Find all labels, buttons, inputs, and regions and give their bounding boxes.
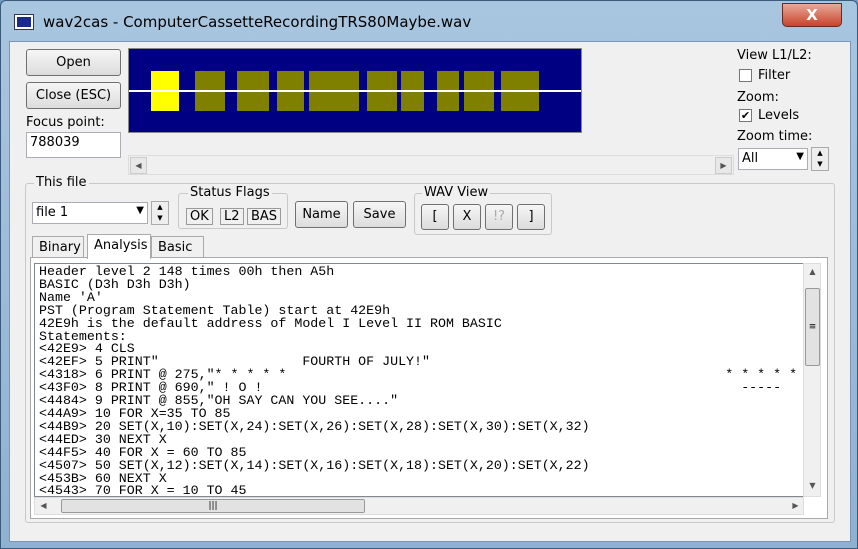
chevron-down-icon: ▼ — [136, 205, 144, 216]
name-button[interactable]: Name — [295, 201, 348, 228]
zoom-label: Zoom: — [737, 90, 779, 105]
chevron-down-icon: ▼ — [796, 151, 804, 162]
waveform-scrollbar[interactable]: ◀ ▶ — [128, 155, 734, 175]
analysis-horizontal-scrollbar[interactable]: ◀ ||| ▶ — [34, 497, 804, 515]
app-window: wav2cas - ComputerCassetteRecordingTRS80… — [0, 0, 858, 549]
tab-binary[interactable]: Binary — [32, 236, 84, 258]
focus-point-input[interactable]: 788039 — [26, 132, 121, 158]
window-title: wav2cas - ComputerCassetteRecordingTRS80… — [43, 13, 472, 31]
levels-label: Levels — [758, 108, 800, 123]
wav-start-button[interactable]: [ — [421, 204, 449, 230]
wav-clear-button[interactable]: X — [453, 204, 481, 230]
this-file-label: This file — [34, 175, 89, 190]
analysis-text[interactable]: Header level 2 148 times 00h then A5h BAS… — [34, 263, 804, 497]
save-button[interactable]: Save — [353, 201, 406, 228]
open-button[interactable]: Open — [26, 49, 121, 76]
scroll-up-icon[interactable]: ▲ — [804, 264, 821, 281]
levels-checkbox[interactable]: ✔ — [739, 109, 752, 122]
view-l1l2-label: View L1/L2: — [737, 48, 812, 63]
zoom-time-label: Zoom time: — [737, 129, 813, 144]
wav-check-button[interactable]: !? — [485, 204, 513, 230]
app-icon — [14, 14, 34, 30]
waveform-svg — [129, 71, 581, 111]
file-spinner[interactable]: ▲ ▼ — [151, 201, 169, 225]
status-flags-label: Status Flags — [188, 185, 272, 200]
client-area: Open Close (ESC) Focus point: 788039 ◀ ▶… — [9, 41, 851, 542]
flag-l2: L2 — [220, 208, 244, 225]
wav-view-label: WAV View — [422, 185, 491, 200]
file-select[interactable]: file 1 ▼ — [32, 202, 148, 224]
analysis-vertical-scrollbar[interactable]: ▲ ≡ ▼ — [803, 263, 821, 497]
flag-bas: BAS — [247, 208, 282, 225]
tab-analysis[interactable]: Analysis — [87, 234, 151, 259]
close-window-button[interactable]: X — [782, 3, 842, 27]
scroll-right-icon[interactable]: ▶ — [787, 498, 804, 515]
filter-checkbox[interactable] — [739, 69, 752, 82]
zoom-time-value: All — [742, 151, 759, 166]
wav-end-button[interactable]: ] — [517, 204, 545, 230]
filter-label: Filter — [758, 68, 791, 83]
scroll-left-icon[interactable]: ◀ — [130, 157, 147, 174]
analysis-line: BASIC (D3h D3h D3h) — [39, 276, 191, 292]
zoom-time-spinner[interactable]: ▲ ▼ — [811, 147, 829, 171]
zoom-time-select[interactable]: All ▼ — [738, 148, 808, 170]
waveform-view[interactable] — [128, 48, 582, 133]
vertical-scroll-thumb[interactable]: ≡ — [805, 288, 820, 366]
analysis-line: Statements: — [39, 328, 127, 344]
tab-basic[interactable]: Basic — [151, 236, 204, 258]
scroll-left-icon[interactable]: ◀ — [35, 498, 52, 515]
close-esc-button[interactable]: Close (ESC) — [26, 82, 121, 109]
horizontal-scroll-thumb[interactable]: ||| — [61, 499, 365, 513]
scroll-right-icon[interactable]: ▶ — [715, 157, 732, 174]
analysis-line: <4543> 70 FOR X = 10 TO 45 — [39, 483, 247, 497]
title-bar: wav2cas - ComputerCassetteRecordingTRS80… — [1, 1, 857, 41]
scroll-down-icon[interactable]: ▼ — [804, 478, 821, 495]
file-select-value: file 1 — [36, 205, 69, 220]
flag-ok: OK — [186, 208, 213, 225]
focus-point-label: Focus point: — [26, 115, 105, 130]
analysis-line: 42E9h is the default address of Model I … — [39, 315, 502, 331]
